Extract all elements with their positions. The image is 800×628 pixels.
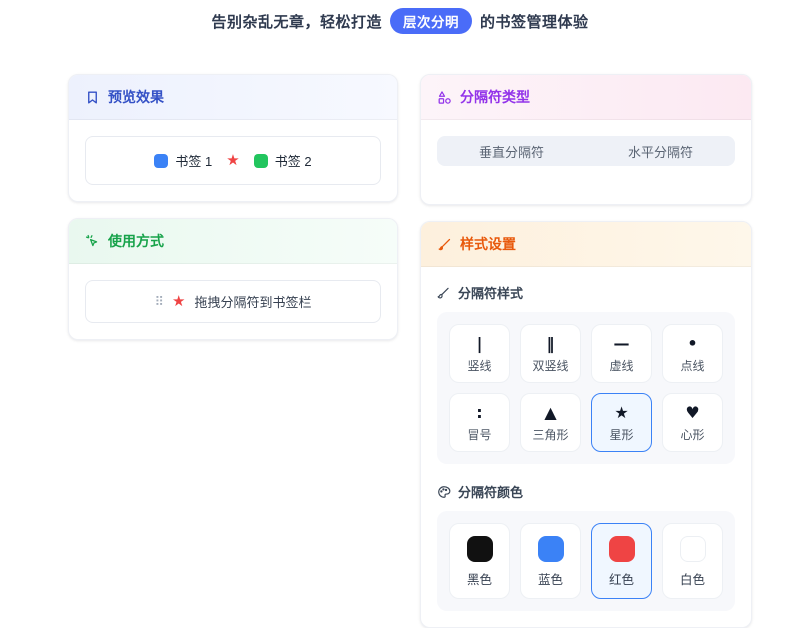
separator-color-grid: 黑色 蓝色 红色 — [437, 511, 735, 611]
color-option-label: 蓝色 — [538, 569, 563, 588]
style-settings-title: 样式设置 — [460, 234, 516, 254]
usage-card-title: 使用方式 — [108, 231, 164, 251]
drag-handle-icon[interactable]: ⠿ — [155, 295, 164, 308]
style-option-glyph: | — [477, 334, 483, 354]
style-option-label: 点线 — [680, 357, 704, 374]
style-option-glyph: • — [687, 334, 697, 354]
preview-card-header: 预览效果 — [69, 75, 397, 120]
color-option-tile[interactable]: 黑色 — [449, 523, 510, 599]
color-option-label: 白色 — [680, 569, 705, 588]
color-option-tile[interactable]: 蓝色 — [520, 523, 581, 599]
separator-color-label: 分隔符颜色 — [437, 482, 735, 501]
style-option-tile[interactable]: : 冒号 — [449, 393, 510, 452]
bookmark-item-1: 书签 1 — [154, 151, 212, 170]
style-option-label: 冒号 — [467, 426, 491, 443]
preview-card: 预览效果 书签 1 ★ 书签 2 — [68, 74, 398, 202]
style-settings-card: 样式设置 分隔符样式 | 竖线 — [420, 221, 752, 628]
bookmark2-favicon — [254, 154, 268, 168]
style-option-label: 心形 — [680, 426, 704, 443]
cursor-click-icon — [85, 234, 100, 249]
style-option-glyph: ▲ — [544, 403, 556, 423]
bookmark1-favicon — [154, 154, 168, 168]
palette-icon — [437, 485, 451, 499]
separator-type-tabs: 垂直分隔符 水平分隔符 — [437, 136, 735, 166]
draggable-separator-item[interactable]: ⠿ ★ 拖拽分隔符到书签栏 — [85, 280, 381, 323]
bookmark-icon — [85, 90, 100, 105]
right-column: 分隔符类型 垂直分隔符 水平分隔符 — [420, 74, 752, 628]
pen-icon — [437, 286, 451, 300]
style-option-label: 星形 — [609, 426, 633, 443]
separator-type-title: 分隔符类型 — [460, 87, 530, 107]
paintbrush-icon — [437, 237, 452, 252]
color-option-label: 黑色 — [467, 569, 492, 588]
bookmark-item-2: 书签 2 — [254, 151, 312, 170]
separator-style-grid: | 竖线 ‖ 双竖线 — 虚线 — [437, 312, 735, 464]
style-option-glyph: : — [476, 403, 482, 423]
bookmark2-label: 书签 2 — [275, 151, 312, 170]
title-badge: 层次分明 — [390, 8, 472, 34]
style-option-glyph: — — [614, 334, 630, 354]
tab-label: 水平分隔符 — [628, 142, 693, 161]
style-option-tile[interactable]: ▲ 三角形 — [520, 393, 581, 452]
tab-label: 垂直分隔符 — [479, 142, 544, 161]
color-swatch — [680, 536, 706, 562]
style-option-glyph: ♥ — [685, 403, 699, 423]
style-settings-header: 样式设置 — [421, 222, 751, 267]
color-option-label: 红色 — [609, 569, 634, 588]
title-prefix: 告别杂乱无章，轻松打造 — [211, 11, 382, 32]
page-title: 告别杂乱无章，轻松打造 层次分明 的书签管理体验 — [0, 0, 800, 34]
color-option-tile[interactable]: 红色 — [591, 523, 652, 599]
style-option-tile[interactable]: • 点线 — [662, 324, 723, 383]
separator-type-header: 分隔符类型 — [421, 75, 751, 120]
preview-card-title: 预览效果 — [108, 87, 164, 107]
style-option-label: 双竖线 — [532, 357, 568, 374]
left-column: 预览效果 书签 1 ★ 书签 2 — [68, 74, 398, 340]
style-option-label: 竖线 — [467, 357, 491, 374]
style-option-glyph: ‖ — [547, 334, 555, 354]
usage-card-header: 使用方式 — [69, 219, 397, 264]
separator-type-tab[interactable]: 垂直分隔符 — [437, 136, 586, 166]
separator-type-tab[interactable]: 水平分隔符 — [586, 136, 735, 166]
separator-star-icon: ★ — [226, 153, 239, 168]
usage-card: 使用方式 ⠿ ★ 拖拽分隔符到书签栏 — [68, 218, 398, 340]
main-layout: 预览效果 书签 1 ★ 书签 2 — [68, 74, 752, 628]
color-swatch — [467, 536, 493, 562]
shapes-icon — [437, 90, 452, 105]
style-option-label: 三角形 — [532, 426, 568, 443]
style-option-tile[interactable]: ‖ 双竖线 — [520, 324, 581, 383]
separator-style-label-text: 分隔符样式 — [458, 283, 523, 302]
bookmark1-label: 书签 1 — [175, 151, 212, 170]
style-option-tile[interactable]: ★ 星形 — [591, 393, 652, 452]
color-swatch — [538, 536, 564, 562]
separator-type-card: 分隔符类型 垂直分隔符 水平分隔符 — [420, 74, 752, 205]
style-option-tile[interactable]: | 竖线 — [449, 324, 510, 383]
style-option-label: 虚线 — [609, 357, 633, 374]
bookmark-preview-box: 书签 1 ★ 书签 2 — [85, 136, 381, 185]
style-option-glyph: ★ — [614, 403, 628, 423]
color-swatch — [609, 536, 635, 562]
title-suffix: 的书签管理体验 — [480, 11, 589, 32]
separator-color-label-text: 分隔符颜色 — [458, 482, 523, 501]
style-option-tile[interactable]: — 虚线 — [591, 324, 652, 383]
drag-star-icon: ★ — [172, 294, 185, 309]
style-option-tile[interactable]: ♥ 心形 — [662, 393, 723, 452]
separator-style-label: 分隔符样式 — [437, 283, 735, 302]
drag-hint-text: 拖拽分隔符到书签栏 — [194, 292, 311, 311]
color-option-tile[interactable]: 白色 — [662, 523, 723, 599]
